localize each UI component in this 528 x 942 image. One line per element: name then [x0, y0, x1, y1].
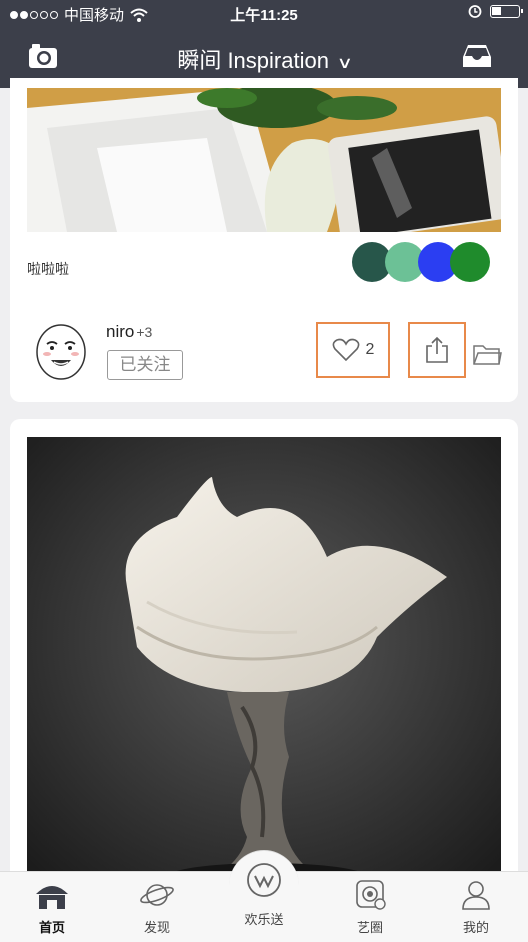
tab-mine[interactable]: 我的 — [441, 880, 511, 936]
post-image[interactable] — [27, 437, 501, 889]
tab-label: 发现 — [143, 920, 170, 935]
share-button[interactable] — [408, 322, 466, 378]
post-image[interactable] — [27, 88, 501, 232]
clock: 上午11:25 — [230, 7, 298, 24]
page-title-text: 瞬间 Inspiration — [177, 48, 329, 73]
alarm-icon — [468, 5, 482, 18]
tab-discover[interactable]: 发现 — [122, 880, 192, 936]
post-card — [10, 419, 518, 889]
folder-icon[interactable] — [472, 342, 502, 366]
username[interactable]: niro +3 — [106, 322, 152, 342]
home-icon — [36, 886, 68, 909]
heart-icon — [332, 338, 359, 362]
avatar[interactable] — [35, 322, 87, 382]
share-icon — [426, 336, 448, 363]
status-bar: 中国移动 上午11:25 — [0, 0, 528, 26]
post-card: 啦啦啦 niro +3 已关注 2 — [10, 78, 518, 402]
chevron-down-icon: ∨ — [336, 55, 354, 72]
tab-home[interactable]: 首页 — [17, 880, 87, 936]
color-swatch[interactable] — [450, 242, 490, 282]
inbox-tray-icon[interactable] — [462, 43, 492, 69]
planet-icon — [140, 884, 174, 906]
post-description: 啦啦啦 — [27, 261, 69, 277]
page-title[interactable]: 瞬间 Inspiration ∨ — [0, 43, 528, 75]
w-logo-icon — [247, 863, 281, 897]
tab-label: 艺圈 — [356, 920, 383, 935]
bottom-tab-bar: 首页 发现 欢乐送 艺圈 我的 — [0, 850, 528, 942]
extra-count: +3 — [136, 324, 153, 340]
color-palette — [352, 242, 492, 284]
person-icon — [462, 881, 490, 910]
username-text: niro — [106, 322, 135, 341]
tab-happy-send[interactable]: 欢乐送 — [229, 860, 299, 928]
tab-label: 我的 — [462, 920, 489, 935]
like-count: 2 — [365, 341, 375, 358]
circle-art-icon — [356, 880, 386, 910]
tab-label: 首页 — [38, 920, 65, 935]
follow-button[interactable]: 已关注 — [107, 350, 183, 380]
battery-icon — [490, 4, 523, 18]
like-button[interactable]: 2 — [316, 322, 390, 378]
tab-art-circle[interactable]: 艺圈 — [335, 880, 405, 936]
tab-label: 欢乐送 — [244, 912, 284, 927]
